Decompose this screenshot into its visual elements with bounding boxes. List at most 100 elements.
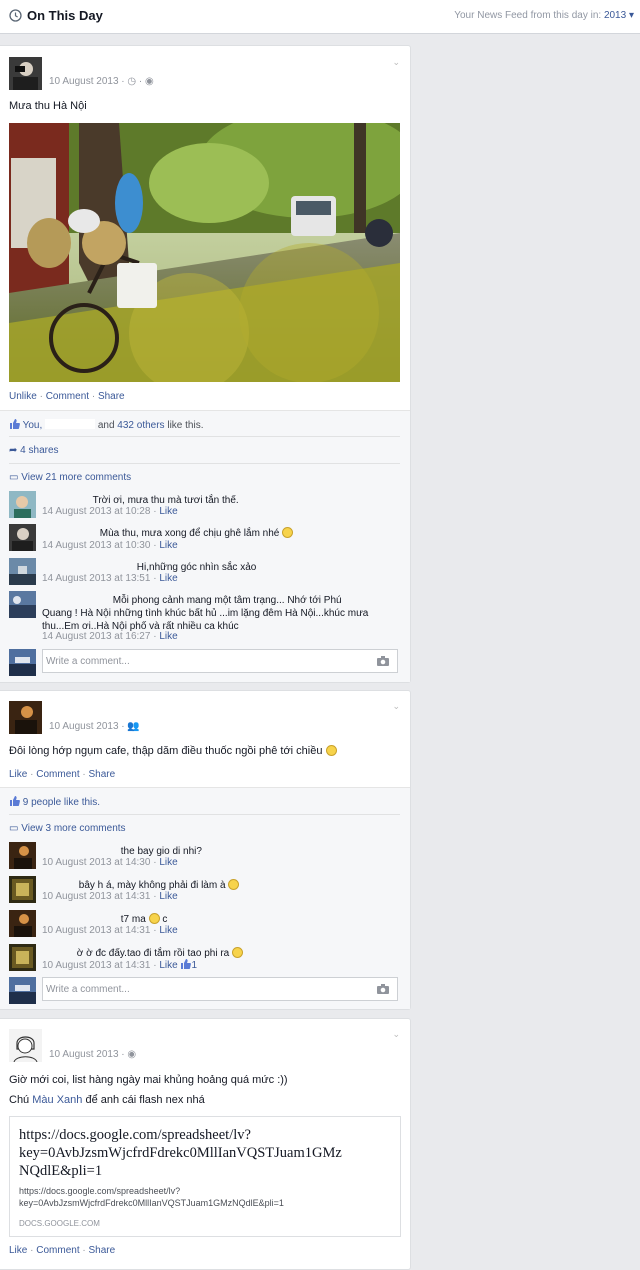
commenter-name[interactable] [42,524,97,536]
comment-like-button[interactable]: Like [159,540,177,551]
likes-count-link[interactable]: 9 people like this. [23,797,100,808]
date-text[interactable]: 10 August 2013 [49,1049,119,1060]
commenter-name[interactable] [42,491,90,503]
friends-icon: 👥 [127,721,140,732]
chevron-down-icon[interactable]: ⌄ [392,701,400,712]
comment-like-button[interactable]: Like [159,857,177,868]
thumbs-up-icon [181,959,192,969]
comment-button[interactable]: Comment [46,391,89,402]
comment-meta: 10 August 2013 at 14:31 · Like 1 [42,959,198,971]
commenter-name[interactable] [42,910,118,922]
commenter-name[interactable] [42,558,134,570]
commenter-name[interactable] [42,842,118,854]
likes-others-link[interactable]: 432 others [117,420,164,431]
view-more-comments[interactable]: ▭ View 3 more comments [9,823,126,834]
link-title-line1[interactable]: https://docs.google.com/spreadsheet/lv? [19,1127,251,1143]
comment-like-button[interactable]: Like [159,506,177,517]
date-text[interactable]: 10 August 2013 [49,76,119,87]
comment-body-suffix: c [162,914,168,925]
shares-link[interactable]: ➦ 4 shares [9,445,59,456]
avatar[interactable] [9,701,42,734]
commenter-name[interactable] [42,944,74,956]
share-button[interactable]: Share [89,1245,116,1256]
story-actions: Like · Comment · Share [9,1245,116,1256]
comment-like-count[interactable]: 1 [191,960,197,971]
chevron-down-icon[interactable]: ⌄ [392,57,400,68]
comment-like-button[interactable]: Like [159,573,177,584]
like-button[interactable]: Like [9,1245,27,1256]
comment-body-line1: Mỗi phong cảnh mang một tâm trạng... Nhớ… [112,595,342,606]
divider [9,436,400,437]
chevron-down-icon[interactable]: ⌄ [392,1029,400,1040]
share-button[interactable]: Share [89,769,116,780]
comment-time[interactable]: 14 August 2013 at 16:27 [42,631,150,642]
like-button[interactable]: Like [9,769,27,780]
comment-input-placeholder: Write a comment... [46,656,130,667]
commenter-avatar[interactable] [9,876,36,903]
comment-time[interactable]: 14 August 2013 at 10:28 [42,506,150,517]
story-timestamp[interactable]: 10 August 2013 · 👥 [49,721,140,732]
shares-count[interactable]: 4 shares [20,445,58,456]
story-1: 10 August 2013 · ◷ · ◉ ⌄ Mưa thu Hà Nội … [0,45,411,683]
chevron-down-icon[interactable]: ▾ [629,10,634,21]
story-timestamp[interactable]: 10 August 2013 · ◷ · ◉ [49,76,154,87]
comment-time[interactable]: 10 August 2013 at 14:31 [42,925,150,936]
link-url-line2: key=0AvbJzsmWjcfrdFdrekc0MllIanVQSTJuam1… [19,1198,284,1208]
story-timestamp[interactable]: 10 August 2013 · ◉ [49,1049,136,1060]
comment-meta: 10 August 2013 at 14:31 · Like [42,891,178,902]
comment-bubble-icon: ▭ [9,823,19,834]
camera-icon[interactable] [377,656,389,666]
comment-time[interactable]: 10 August 2013 at 14:30 [42,857,150,868]
comment-time[interactable]: 10 August 2013 at 14:31 [42,891,150,902]
comment-like-button[interactable]: Like [159,631,177,642]
view-more-comments[interactable]: ▭ View 21 more comments [9,472,131,483]
comment-like-button[interactable]: Like [159,925,177,936]
page-title: On This Day [27,8,103,23]
comment-like-button[interactable]: Like [159,891,177,902]
unlike-button[interactable]: Unlike [9,391,37,402]
avatar[interactable] [9,1029,42,1062]
year-value[interactable]: 2013 [604,10,626,21]
link-title[interactable]: https://docs.google.com/spreadsheet/lv? … [19,1126,342,1180]
commenter-name[interactable] [42,876,76,888]
commenter-avatar[interactable] [9,842,36,869]
commenter-avatar[interactable] [9,591,36,618]
commenter-avatar[interactable] [9,944,36,971]
link-title-line3[interactable]: NQdlE&pli=1 [19,1163,102,1179]
likes-you[interactable]: You, [23,420,43,431]
clock-icon [9,9,22,22]
photo[interactable] [9,123,400,382]
view-more-comments-label[interactable]: View 3 more comments [21,823,125,834]
view-more-comments-label[interactable]: View 21 more comments [21,472,131,483]
share-button[interactable]: Share [98,391,125,402]
year-selector[interactable]: Your News Feed from this day in: 2013 ▾ [454,10,634,21]
comment-time[interactable]: 10 August 2013 at 14:31 [42,960,150,971]
commenter-name[interactable] [42,591,110,603]
comment-input[interactable]: Write a comment... [42,649,398,673]
smiley-icon [232,947,244,958]
story-2: 10 August 2013 · 👥 ⌄ Đôi lòng hớp ngụm c… [0,690,411,1010]
camera-icon[interactable] [377,984,389,994]
comment-button[interactable]: Comment [36,1245,79,1256]
comment-text: Mùa thu, mưa xong để chịu ghê lắm nhé [42,524,294,540]
comment-time[interactable]: 14 August 2013 at 10:30 [42,540,150,551]
globe-icon: ◉ [127,1049,137,1060]
link-url-line1: https://docs.google.com/spreadsheet/lv? [19,1186,181,1196]
comment-meta: 10 August 2013 at 14:30 · Like [42,857,178,868]
tagged-user-link[interactable]: Màu Xanh [32,1094,82,1106]
link-preview[interactable]: https://docs.google.com/spreadsheet/lv? … [9,1116,401,1237]
date-text[interactable]: 10 August 2013 [49,721,119,732]
commenter-avatar[interactable] [9,558,36,585]
comment-meta: 14 August 2013 at 10:28 · Like [42,506,178,517]
commenter-avatar[interactable] [9,910,36,937]
my-avatar [9,977,36,1004]
comment-time[interactable]: 14 August 2013 at 13:51 [42,573,150,584]
comment-like-button[interactable]: Like [159,960,177,971]
link-title-line2[interactable]: key=0AvbJzsmWjcfrdFdrekc0MllIanVQSTJuam1… [19,1145,342,1161]
comment-input[interactable]: Write a comment... [42,977,398,1001]
commenter-avatar[interactable] [9,491,36,518]
comment-button[interactable]: Comment [36,769,79,780]
avatar[interactable] [9,57,42,90]
comment-meta: 10 August 2013 at 14:31 · Like [42,925,178,936]
commenter-avatar[interactable] [9,524,36,551]
